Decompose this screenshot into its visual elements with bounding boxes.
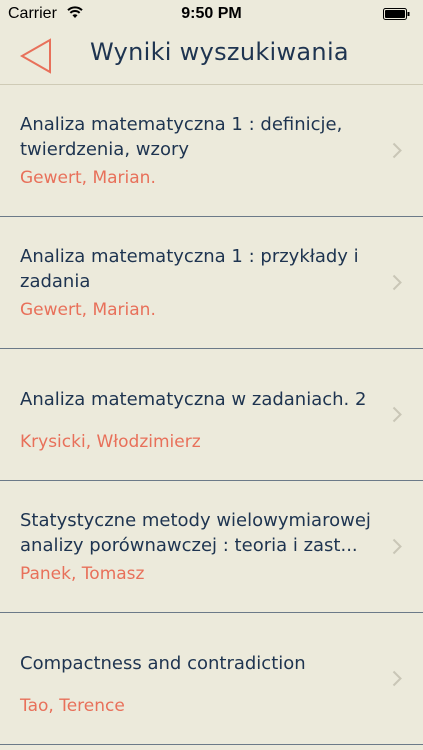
result-title: Analiza matematyczna 1 : definicje, twie… xyxy=(20,114,343,160)
list-item[interactable]: Analiza matematyczna 1 : przykłady i zad… xyxy=(0,217,423,349)
navigation-bar: Wyniki wyszukiwania xyxy=(0,28,423,85)
result-author: Gewert, Marian. xyxy=(20,168,156,188)
result-author: Krysicki, Włodzimierz xyxy=(20,432,201,452)
battery-icon xyxy=(383,8,410,20)
result-title: Analiza matematyczna 1 : przykłady i zad… xyxy=(20,246,359,292)
back-button[interactable] xyxy=(18,37,54,75)
chevron-right-icon xyxy=(392,670,402,687)
list-item[interactable]: Analiza matematyczna 1 : definicje, twie… xyxy=(0,85,423,217)
result-author: Gewert, Marian. xyxy=(20,300,156,320)
chevron-right-icon xyxy=(392,538,402,555)
clock: 9:50 PM xyxy=(181,5,242,22)
back-triangle-icon xyxy=(19,38,51,74)
result-title: Statystyczne metody wielowymiarowej anal… xyxy=(20,510,371,556)
result-title: Analiza matematyczna w zadaniach. 2 xyxy=(20,389,367,410)
result-author: Tao, Terence xyxy=(20,696,125,716)
search-results-list: Analiza matematyczna 1 : definicje, twie… xyxy=(0,85,423,745)
list-item[interactable]: Analiza matematyczna w zadaniach. 2 Krys… xyxy=(0,349,423,481)
chevron-right-icon xyxy=(392,274,402,291)
page-title: Wyniki wyszukiwania xyxy=(90,38,349,66)
result-author: Panek, Tomasz xyxy=(20,564,145,584)
chevron-right-icon xyxy=(392,142,402,159)
result-title: Compactness and contradiction xyxy=(20,653,306,674)
list-item[interactable]: Statystyczne metody wielowymiarowej anal… xyxy=(0,481,423,613)
status-bar: Carrier 9:50 PM xyxy=(0,0,423,28)
list-item[interactable]: Compactness and contradiction Tao, Teren… xyxy=(0,613,423,745)
chevron-right-icon xyxy=(392,406,402,423)
